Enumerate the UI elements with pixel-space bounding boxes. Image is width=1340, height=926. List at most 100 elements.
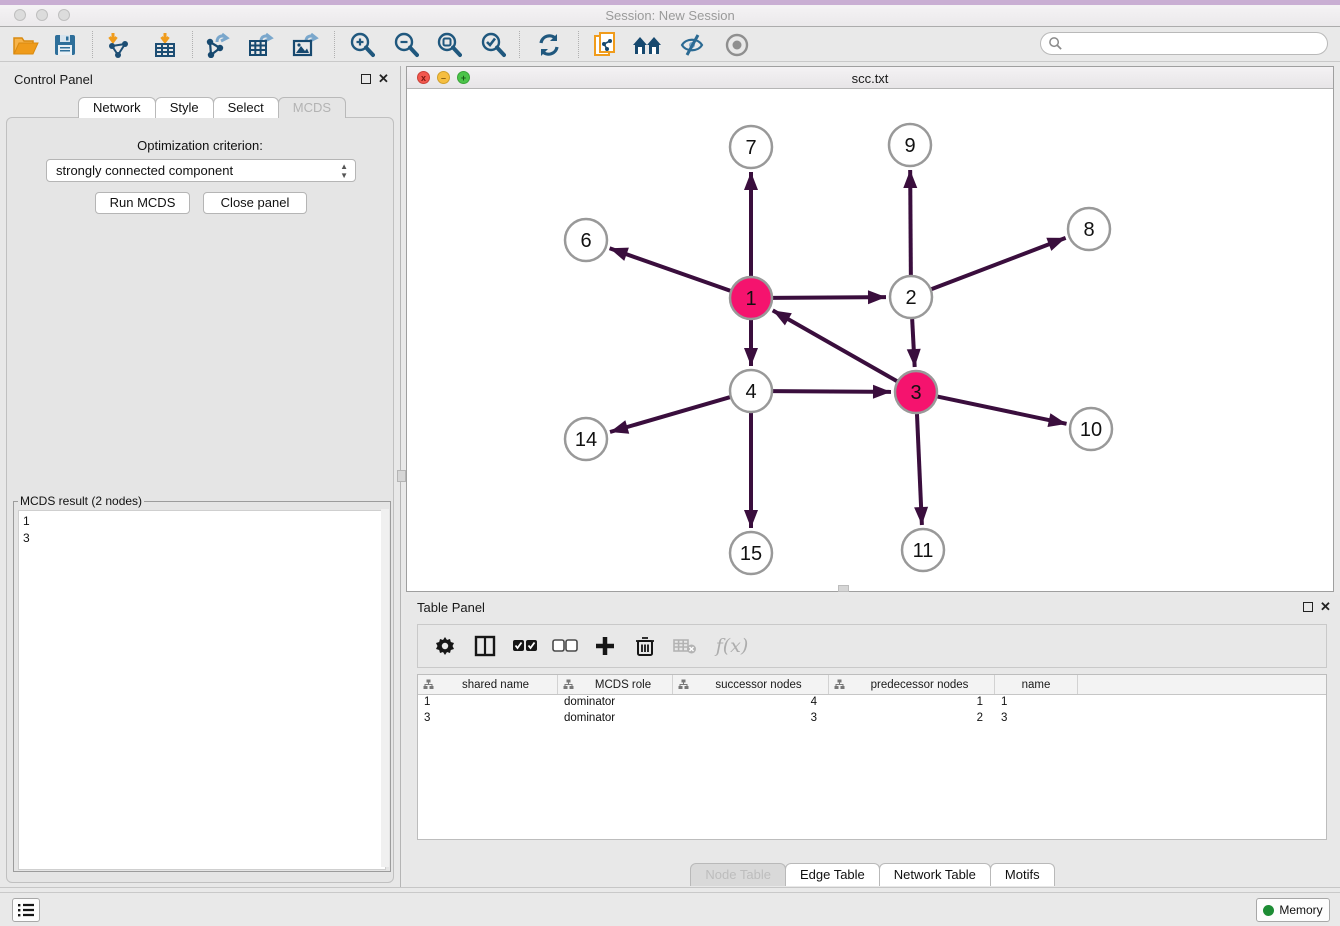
table-divider-handle[interactable] xyxy=(838,585,849,592)
tab-node-table[interactable]: Node Table xyxy=(690,863,786,886)
cell-successor-nodes[interactable]: 4 xyxy=(673,695,829,711)
add-column-icon[interactable] xyxy=(592,633,618,659)
table-toolbar: f(x) xyxy=(417,624,1327,668)
control-panel-tabs: NetworkStyleSelectMCDS xyxy=(78,97,345,118)
toolbar-separator xyxy=(192,31,193,58)
column-header-MCDS-role[interactable]: MCDS role xyxy=(558,675,673,694)
node-3[interactable]: 3 xyxy=(895,371,937,413)
clone-network-icon[interactable] xyxy=(588,30,622,59)
table-row[interactable]: 3dominator323 xyxy=(418,711,1326,727)
tab-network[interactable]: Network xyxy=(78,97,156,118)
task-history-button[interactable] xyxy=(12,898,40,922)
panel-divider-handle[interactable] xyxy=(397,470,406,482)
cell-shared-name[interactable]: 3 xyxy=(418,711,558,727)
close-panel-icon[interactable]: ✕ xyxy=(378,74,389,84)
edge-4-3[interactable] xyxy=(773,391,891,392)
close-panel-button[interactable]: Close panel xyxy=(203,192,307,214)
edge-3-10[interactable] xyxy=(938,397,1067,424)
edge-4-14[interactable] xyxy=(610,397,730,432)
criterion-value: strongly connected component xyxy=(56,163,233,178)
show-all-icon[interactable] xyxy=(720,30,754,59)
refresh-icon[interactable] xyxy=(532,30,566,59)
node-11[interactable]: 11 xyxy=(902,529,944,571)
column-header-predecessor-nodes[interactable]: predecessor nodes xyxy=(829,675,995,694)
column-header-name[interactable]: name xyxy=(995,675,1078,694)
deselect-all-icon[interactable] xyxy=(552,633,578,659)
cell-predecessor-nodes[interactable]: 2 xyxy=(829,711,995,727)
criterion-dropdown[interactable]: strongly connected component ▲▼ xyxy=(46,159,356,182)
export-network-icon[interactable] xyxy=(201,30,235,59)
main-toolbar xyxy=(0,27,1340,62)
edge-2-9[interactable] xyxy=(910,170,911,275)
column-header-shared-name[interactable]: shared name xyxy=(418,675,558,694)
tab-mcds[interactable]: MCDS xyxy=(278,97,346,118)
open-file-icon[interactable] xyxy=(8,30,42,59)
table-header-row: shared nameMCDS rolesuccessor nodesprede… xyxy=(418,675,1326,695)
search-input[interactable] xyxy=(1063,37,1313,51)
import-network-icon[interactable] xyxy=(101,30,135,59)
edge-3-11[interactable] xyxy=(917,414,922,525)
svg-text:15: 15 xyxy=(740,543,762,565)
cell-successor-nodes[interactable]: 3 xyxy=(673,711,829,727)
table-panel: Table Panel ✕ f(x) shared nameMCDS roles… xyxy=(404,595,1340,888)
edge-1-6[interactable] xyxy=(610,248,731,290)
float-panel-icon[interactable] xyxy=(361,74,371,84)
zoom-out-icon[interactable] xyxy=(389,30,423,59)
select-all-icon[interactable] xyxy=(512,633,538,659)
cell-predecessor-nodes[interactable]: 1 xyxy=(829,695,995,711)
svg-text:11: 11 xyxy=(913,540,934,562)
node-9[interactable]: 9 xyxy=(889,124,931,166)
cell-MCDS-role[interactable]: dominator xyxy=(558,711,673,727)
close-table-panel-icon[interactable]: ✕ xyxy=(1320,602,1331,612)
zoom-selected-icon[interactable] xyxy=(476,30,510,59)
node-1[interactable]: 1 xyxy=(730,277,772,319)
float-table-panel-icon[interactable] xyxy=(1303,602,1313,612)
first-neighbors-icon[interactable] xyxy=(631,30,665,59)
node-4[interactable]: 4 xyxy=(730,370,772,412)
node-table[interactable]: shared nameMCDS rolesuccessor nodesprede… xyxy=(417,674,1327,840)
delete-column-icon[interactable] xyxy=(632,633,658,659)
dropdown-stepper-icon: ▲▼ xyxy=(340,162,348,180)
table-settings-gear-icon[interactable] xyxy=(432,633,458,659)
import-table-icon[interactable] xyxy=(148,30,182,59)
cell-name[interactable]: 3 xyxy=(995,711,1078,727)
node-6[interactable]: 6 xyxy=(565,219,607,261)
cell-name[interactable]: 1 xyxy=(995,695,1078,711)
save-session-icon[interactable] xyxy=(48,30,82,59)
node-2[interactable]: 2 xyxy=(890,276,932,318)
tab-edge-table[interactable]: Edge Table xyxy=(785,863,880,886)
edge-2-8[interactable] xyxy=(932,238,1066,289)
cell-MCDS-role[interactable]: dominator xyxy=(558,695,673,711)
mcds-result-text[interactable]: 1 3 xyxy=(18,510,386,870)
tab-network-table[interactable]: Network Table xyxy=(879,863,991,886)
node-15[interactable]: 15 xyxy=(730,532,772,574)
column-panel-icon[interactable] xyxy=(472,633,498,659)
tab-style[interactable]: Style xyxy=(155,97,214,118)
mcds-result-title: MCDS result (2 nodes) xyxy=(18,494,144,508)
node-8[interactable]: 8 xyxy=(1068,208,1110,250)
zoom-in-icon[interactable] xyxy=(345,30,379,59)
run-mcds-button[interactable]: Run MCDS xyxy=(95,192,190,214)
network-canvas[interactable]: 7 9 6 8 1 2 4 3 14 10 15 11 xyxy=(407,89,1333,592)
svg-text:9: 9 xyxy=(904,135,915,157)
tab-select[interactable]: Select xyxy=(213,97,279,118)
tab-motifs[interactable]: Motifs xyxy=(990,863,1055,886)
node-7[interactable]: 7 xyxy=(730,126,772,168)
column-header-successor-nodes[interactable]: successor nodes xyxy=(673,675,829,694)
cell-shared-name[interactable]: 1 xyxy=(418,695,558,711)
table-row[interactable]: 1dominator411 xyxy=(418,695,1326,711)
toolbar-separator xyxy=(578,31,579,58)
zoom-fit-icon[interactable] xyxy=(432,30,466,59)
export-image-icon[interactable] xyxy=(288,30,322,59)
node-14[interactable]: 14 xyxy=(565,418,607,460)
search-field[interactable] xyxy=(1040,32,1328,55)
node-10[interactable]: 10 xyxy=(1070,408,1112,450)
mcds-result-scrollbar[interactable] xyxy=(381,509,389,867)
hide-selected-icon[interactable] xyxy=(675,30,709,59)
svg-text:1: 1 xyxy=(745,288,756,310)
export-table-icon[interactable] xyxy=(244,30,278,59)
memory-button[interactable]: Memory xyxy=(1256,898,1330,922)
edge-3-1[interactable] xyxy=(773,310,897,381)
edge-2-3[interactable] xyxy=(912,319,915,367)
edge-1-2[interactable] xyxy=(773,297,886,298)
